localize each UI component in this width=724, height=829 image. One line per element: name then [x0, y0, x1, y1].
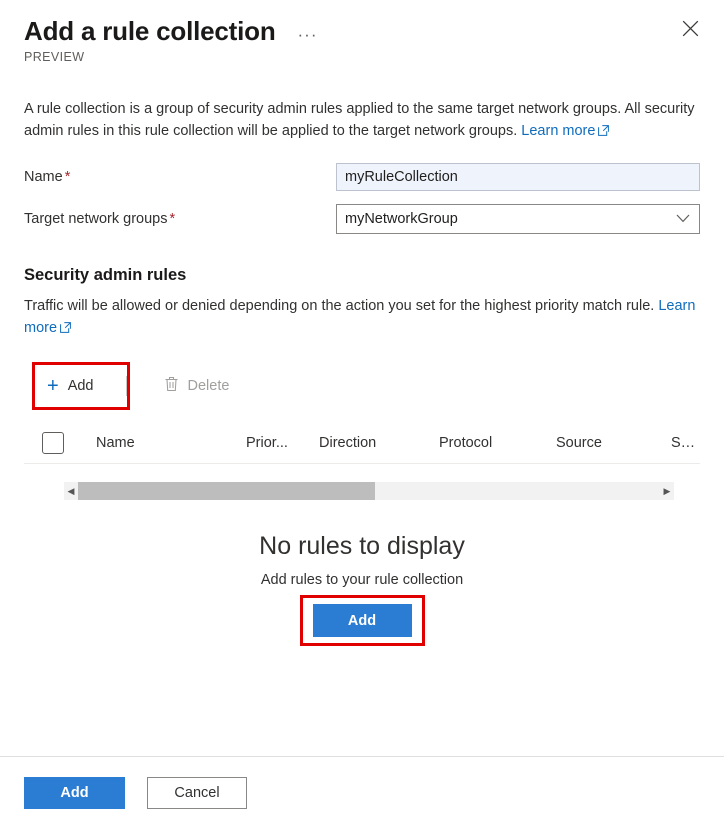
- column-header-direction[interactable]: Direction: [319, 435, 439, 451]
- delete-rule-toolbar-label: Delete: [187, 378, 230, 394]
- close-icon[interactable]: [676, 14, 704, 42]
- target-network-groups-field-wrap: myNetworkGroup: [336, 204, 700, 234]
- column-header-source[interactable]: Source: [556, 435, 671, 451]
- grid-horizontal-scrollbar[interactable]: ◀ ▶: [64, 482, 674, 500]
- page-title: Add a rule collection: [24, 16, 276, 46]
- command-bar: + Add Delete: [24, 362, 700, 410]
- section-title-security-admin-rules: Security admin rules: [24, 266, 187, 284]
- preview-badge: PREVIEW: [24, 50, 85, 64]
- learn-more-link-intro[interactable]: Learn more: [521, 123, 595, 139]
- form-row-target-network-groups: Target network groups * myNetworkGroup: [24, 204, 700, 234]
- rules-grid-header-row: Name Prior... Direction Protocol Source …: [24, 422, 700, 464]
- external-link-icon: [60, 318, 71, 340]
- rules-grid: Name Prior... Direction Protocol Source …: [24, 422, 700, 646]
- column-header-protocol[interactable]: Protocol: [439, 435, 556, 451]
- name-field-wrap: [336, 163, 700, 191]
- required-indicator: *: [64, 169, 71, 185]
- blade-body: A rule collection is a group of security…: [0, 98, 724, 646]
- title-row: Add a rule collection ···: [24, 14, 700, 48]
- name-input[interactable]: [336, 163, 700, 191]
- target-network-groups-value: myNetworkGroup: [345, 211, 458, 227]
- column-header-name[interactable]: Name: [96, 435, 246, 451]
- target-network-groups-select[interactable]: myNetworkGroup: [336, 204, 700, 234]
- trash-icon: [164, 376, 179, 396]
- section-description-text: Traffic will be allowed or denied depend…: [24, 298, 659, 314]
- blade-footer: Add Cancel: [0, 756, 724, 829]
- footer-add-button[interactable]: Add: [24, 777, 125, 809]
- empty-state-button-holder: Add: [299, 595, 425, 646]
- add-rule-toolbar-label: Add: [67, 378, 94, 394]
- empty-state-add-button[interactable]: Add: [312, 604, 412, 637]
- name-label-text: Name: [24, 169, 63, 185]
- delete-rule-toolbar-button[interactable]: Delete: [154, 370, 240, 402]
- blade-header: Add a rule collection ··· PREVIEW: [0, 0, 724, 64]
- select-all-checkbox[interactable]: [42, 431, 64, 454]
- target-network-groups-label: Target network groups *: [24, 211, 336, 227]
- scrollbar-track[interactable]: [78, 482, 660, 500]
- name-field-label: Name *: [24, 169, 336, 185]
- footer-cancel-button[interactable]: Cancel: [147, 777, 247, 809]
- chevron-down-icon: [676, 211, 690, 227]
- scroll-right-arrow-icon[interactable]: ▶: [660, 486, 674, 497]
- column-header-priority[interactable]: Prior...: [246, 435, 319, 451]
- target-network-groups-label-text: Target network groups: [24, 211, 168, 227]
- required-indicator: *: [169, 211, 176, 227]
- empty-state-subtitle: Add rules to your rule collection: [260, 572, 464, 588]
- empty-state-title: No rules to display: [259, 532, 465, 560]
- intro-paragraph: A rule collection is a group of security…: [24, 98, 700, 143]
- learn-more-label: Learn more: [521, 123, 596, 139]
- scrollbar-thumb[interactable]: [78, 482, 375, 500]
- column-header-source-truncated[interactable]: S…: [671, 435, 700, 451]
- empty-state: No rules to display Add rules to your ru…: [24, 532, 700, 646]
- section-description: Traffic will be allowed or denied depend…: [24, 295, 700, 340]
- external-link-icon: [598, 121, 610, 143]
- add-rule-toolbar-button[interactable]: + Add: [37, 370, 104, 402]
- more-options-icon[interactable]: ···: [294, 26, 322, 43]
- form-row-name: Name *: [24, 163, 700, 191]
- scroll-left-arrow-icon[interactable]: ◀: [64, 486, 78, 497]
- plus-icon: +: [47, 375, 59, 397]
